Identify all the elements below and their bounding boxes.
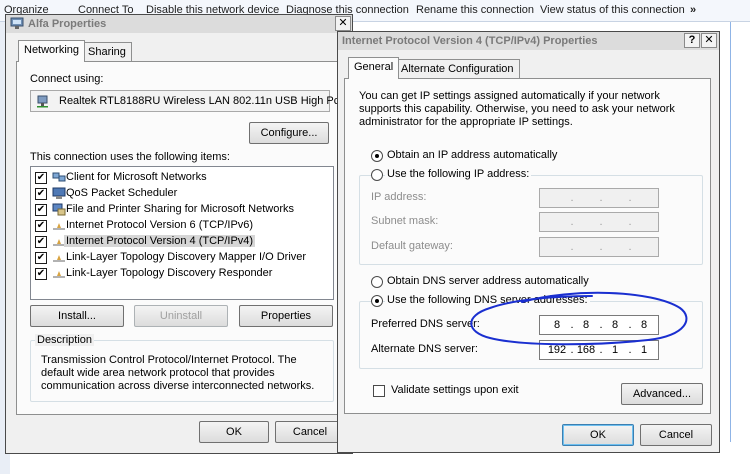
ipv4-ok-button[interactable]: OK — [562, 424, 634, 446]
checkbox-checked[interactable]: ✔ — [35, 268, 47, 280]
adapter-name: Realtek RTL8188RU Wireless LAN 802.11n U… — [59, 95, 340, 107]
ip-address-label: IP address: — [371, 191, 427, 203]
default-gateway-label: Default gateway: — [371, 240, 453, 252]
validate-checkbox[interactable] — [373, 385, 385, 397]
items-label: This connection uses the following items… — [30, 151, 230, 163]
use-ip-radio[interactable] — [371, 169, 383, 181]
checkbox-checked[interactable]: ✔ — [35, 236, 47, 248]
advanced-button[interactable]: Advanced... — [621, 383, 703, 405]
cmd-rename[interactable]: Rename this connection — [416, 4, 534, 16]
components-list[interactable]: ✔ Client for Microsoft Networks ✔ QoS Pa… — [30, 166, 334, 300]
description-title: Description — [35, 334, 95, 346]
obtain-dns-label[interactable]: Obtain DNS server address automatically — [387, 275, 589, 287]
checkbox-checked[interactable]: ✔ — [35, 252, 47, 264]
checkbox-checked[interactable]: ✔ — [35, 204, 47, 216]
ip-address-field[interactable]: ... — [539, 188, 659, 208]
tab-alternate-configuration[interactable]: Alternate Configuration — [395, 59, 520, 79]
protocol-icon — [53, 271, 65, 278]
item-label: Internet Protocol Version 6 (TCP/IPv6) — [66, 219, 254, 231]
preferred-dns-label: Preferred DNS server: — [371, 318, 480, 330]
networking-panel: Connect using: Realtek RTL8188RU Wireles… — [16, 61, 342, 415]
network-adapter-icon — [10, 17, 24, 29]
alfa-titlebar[interactable]: Alfa Properties ✕ — [6, 15, 352, 33]
checkbox-checked[interactable]: ✔ — [35, 172, 47, 184]
adapter-field: Realtek RTL8188RU Wireless LAN 802.11n U… — [30, 90, 339, 112]
subnet-mask-label: Subnet mask: — [371, 215, 439, 227]
list-item[interactable]: ✔ Link-Layer Topology Discovery Responde… — [35, 266, 325, 282]
cmd-view-status[interactable]: View status of this connection — [540, 4, 685, 16]
alfa-properties-window: Alfa Properties ✕ Networking Sharing Con… — [5, 14, 353, 454]
item-label: Link-Layer Topology Discovery Mapper I/O… — [66, 251, 307, 263]
tab-general[interactable]: General — [348, 57, 400, 79]
help-button[interactable]: ? — [684, 33, 700, 48]
list-item[interactable]: ✔ Internet Protocol Version 6 (TCP/IPv6) — [35, 218, 325, 234]
validate-label[interactable]: Validate settings upon exit — [391, 384, 519, 396]
ipv4-close-button[interactable]: ✕ — [701, 33, 717, 48]
list-item-selected[interactable]: ✔ Internet Protocol Version 4 (TCP/IPv4) — [35, 234, 325, 250]
cmd-more-chevron-icon[interactable]: » — [690, 4, 696, 16]
obtain-dns-radio[interactable] — [371, 276, 383, 288]
configure-button[interactable]: Configure... — [249, 122, 329, 144]
alfa-ok-button[interactable]: OK — [199, 421, 269, 443]
tab-networking[interactable]: Networking — [18, 40, 86, 62]
protocol-icon — [53, 223, 65, 230]
connect-using-label: Connect using: — [30, 73, 104, 85]
checkbox-checked[interactable]: ✔ — [35, 220, 47, 232]
adapter-icon — [37, 95, 48, 108]
alfa-cancel-button[interactable]: Cancel — [275, 421, 345, 443]
description-text: Transmission Control Protocol/Internet P… — [41, 354, 315, 392]
ipv4-properties-window: Internet Protocol Version 4 (TCP/IPv4) P… — [337, 31, 720, 453]
subnet-mask-field[interactable]: ... — [539, 212, 659, 232]
ipv4-titlebar[interactable]: Internet Protocol Version 4 (TCP/IPv4) P… — [338, 32, 719, 50]
uninstall-button[interactable]: Uninstall — [134, 305, 228, 327]
list-item[interactable]: ✔ Client for Microsoft Networks — [35, 170, 325, 186]
alfa-title: Alfa Properties — [28, 18, 107, 30]
protocol-icon — [53, 255, 65, 262]
preferred-dns-field[interactable]: 8 . 8 . 8 . 8 — [539, 315, 659, 335]
tab-sharing[interactable]: Sharing — [82, 42, 132, 62]
item-label: File and Printer Sharing for Microsoft N… — [66, 203, 295, 215]
item-label: Link-Layer Topology Discovery Responder — [66, 267, 273, 279]
list-item[interactable]: ✔ File and Printer Sharing for Microsoft… — [35, 202, 325, 218]
explorer-right-edge — [718, 22, 750, 452]
item-label: Internet Protocol Version 4 (TCP/IPv4) — [64, 235, 256, 247]
default-gateway-field[interactable]: ... — [539, 237, 659, 257]
obtain-ip-radio[interactable] — [371, 150, 383, 162]
printer-sharing-icon — [52, 203, 66, 216]
scheduler-icon — [52, 187, 66, 199]
use-dns-label[interactable]: Use the following DNS server addresses: — [385, 294, 590, 306]
general-panel: You can get IP settings assigned automat… — [344, 78, 711, 414]
item-label: Client for Microsoft Networks — [66, 171, 207, 183]
ipv4-cancel-button[interactable]: Cancel — [640, 424, 712, 446]
alternate-dns-label: Alternate DNS server: — [371, 343, 478, 355]
install-button[interactable]: Install... — [30, 305, 124, 327]
obtain-ip-label[interactable]: Obtain an IP address automatically — [387, 149, 557, 161]
list-item[interactable]: ✔ Link-Layer Topology Discovery Mapper I… — [35, 250, 325, 266]
use-dns-radio[interactable] — [371, 295, 383, 307]
properties-button[interactable]: Properties — [239, 305, 333, 327]
intro-text: You can get IP settings assigned automat… — [359, 90, 675, 128]
ipv4-title: Internet Protocol Version 4 (TCP/IPv4) P… — [342, 35, 598, 47]
alfa-close-button[interactable]: ✕ — [335, 16, 351, 31]
use-ip-label[interactable]: Use the following IP address: — [385, 168, 532, 180]
alternate-dns-field[interactable]: 192 . 168 . 1 . 1 — [539, 340, 659, 360]
item-label: QoS Packet Scheduler — [66, 187, 178, 199]
client-network-icon — [52, 172, 66, 182]
description-group: Description Transmission Control Protoco… — [30, 334, 334, 402]
checkbox-checked[interactable]: ✔ — [35, 188, 47, 200]
list-item[interactable]: ✔ QoS Packet Scheduler — [35, 186, 325, 202]
